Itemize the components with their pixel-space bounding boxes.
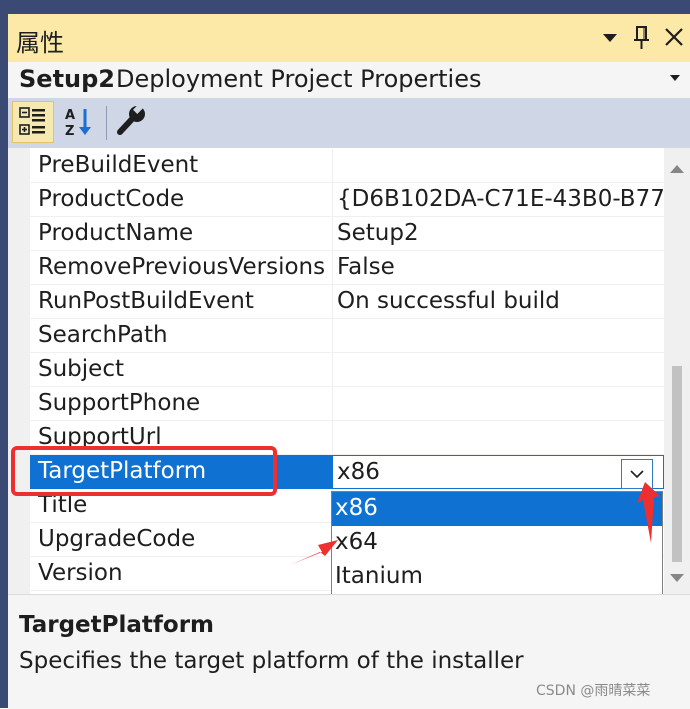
chevron-down-icon[interactable]	[595, 22, 625, 52]
target-platform-dropdown-list[interactable]: x86 x64 Itanium	[331, 491, 663, 601]
property-name: ProductName	[38, 220, 194, 246]
property-name: RemovePreviousVersions	[38, 254, 326, 280]
property-value: x86	[337, 459, 380, 485]
window-frame-top	[0, 0, 690, 14]
annotation-highlight-box	[11, 446, 277, 496]
description-text: Specifies the target platform of the ins…	[19, 648, 524, 674]
property-name: RunPostBuildEvent	[38, 288, 254, 314]
property-value-cell[interactable]: False	[332, 251, 664, 285]
properties-titlebar: 属性	[8, 14, 690, 62]
scrollbar-thumb[interactable]	[672, 366, 682, 562]
categorized-icon[interactable]	[12, 101, 54, 143]
property-name: Subject	[38, 356, 124, 382]
property-name: Version	[38, 560, 123, 586]
property-value-cell[interactable]: {D6B102DA-C71E-43B0-B777	[332, 183, 664, 217]
dropdown-option[interactable]: x64	[332, 526, 662, 560]
property-value: {D6B102DA-C71E-43B0-B777	[337, 186, 664, 212]
properties-toolbar: A Z	[8, 98, 690, 148]
property-row[interactable]: SupportPhone	[30, 387, 664, 421]
object-type: Deployment Project Properties	[116, 65, 482, 93]
dropdown-toggle-button[interactable]	[621, 459, 653, 489]
property-value: False	[337, 254, 395, 280]
property-row[interactable]: ProductName Setup2	[30, 217, 664, 251]
property-name: SupportPhone	[38, 390, 201, 416]
panel-title: 属性	[16, 29, 64, 57]
property-value-cell[interactable]: On successful build	[332, 285, 664, 319]
property-row[interactable]: RemovePreviousVersions False	[30, 251, 664, 285]
property-value-cell[interactable]	[332, 421, 664, 455]
property-row[interactable]: Subject	[30, 353, 664, 387]
property-row[interactable]: RunPostBuildEvent On successful build	[30, 285, 664, 319]
close-icon[interactable]	[659, 22, 689, 52]
toolbar-separator	[106, 106, 107, 140]
property-name: SearchPath	[38, 322, 168, 348]
object-dropdown-icon[interactable]	[668, 70, 682, 89]
object-selector[interactable]: Setup2 Deployment Project Properties	[8, 62, 690, 98]
property-row[interactable]: SearchPath	[30, 319, 664, 353]
description-title: TargetPlatform	[19, 612, 215, 638]
property-value: On successful build	[337, 288, 560, 314]
property-value: Setup2	[337, 220, 419, 246]
svg-text:A: A	[65, 108, 75, 123]
dropdown-option[interactable]: x86	[332, 492, 662, 526]
property-name: UpgradeCode	[38, 526, 196, 552]
property-row[interactable]: PreBuildEvent	[30, 149, 664, 183]
grid-scrollbar[interactable]	[664, 148, 690, 594]
dropdown-option[interactable]: Itanium	[332, 560, 662, 594]
property-value-cell[interactable]: x86	[332, 455, 664, 489]
property-pages-icon[interactable]	[111, 101, 153, 143]
property-value-cell[interactable]	[332, 353, 664, 387]
property-name: PreBuildEvent	[38, 152, 199, 178]
pin-icon[interactable]	[627, 22, 657, 52]
svg-text:Z: Z	[65, 124, 74, 139]
grid-gutter	[8, 148, 30, 594]
object-name: Setup2	[19, 65, 115, 93]
alphabetical-sort-icon[interactable]: A Z	[58, 101, 100, 143]
property-name: ProductCode	[38, 186, 185, 212]
watermark: CSDN @雨晴菜菜	[536, 683, 651, 699]
property-row[interactable]: ProductCode {D6B102DA-C71E-43B0-B777	[30, 183, 664, 217]
property-value-cell[interactable]: Setup2	[332, 217, 664, 251]
property-value-cell[interactable]	[332, 149, 664, 183]
window-frame-left	[0, 14, 8, 708]
property-value-cell[interactable]	[332, 387, 664, 421]
property-value-cell[interactable]	[332, 319, 664, 353]
